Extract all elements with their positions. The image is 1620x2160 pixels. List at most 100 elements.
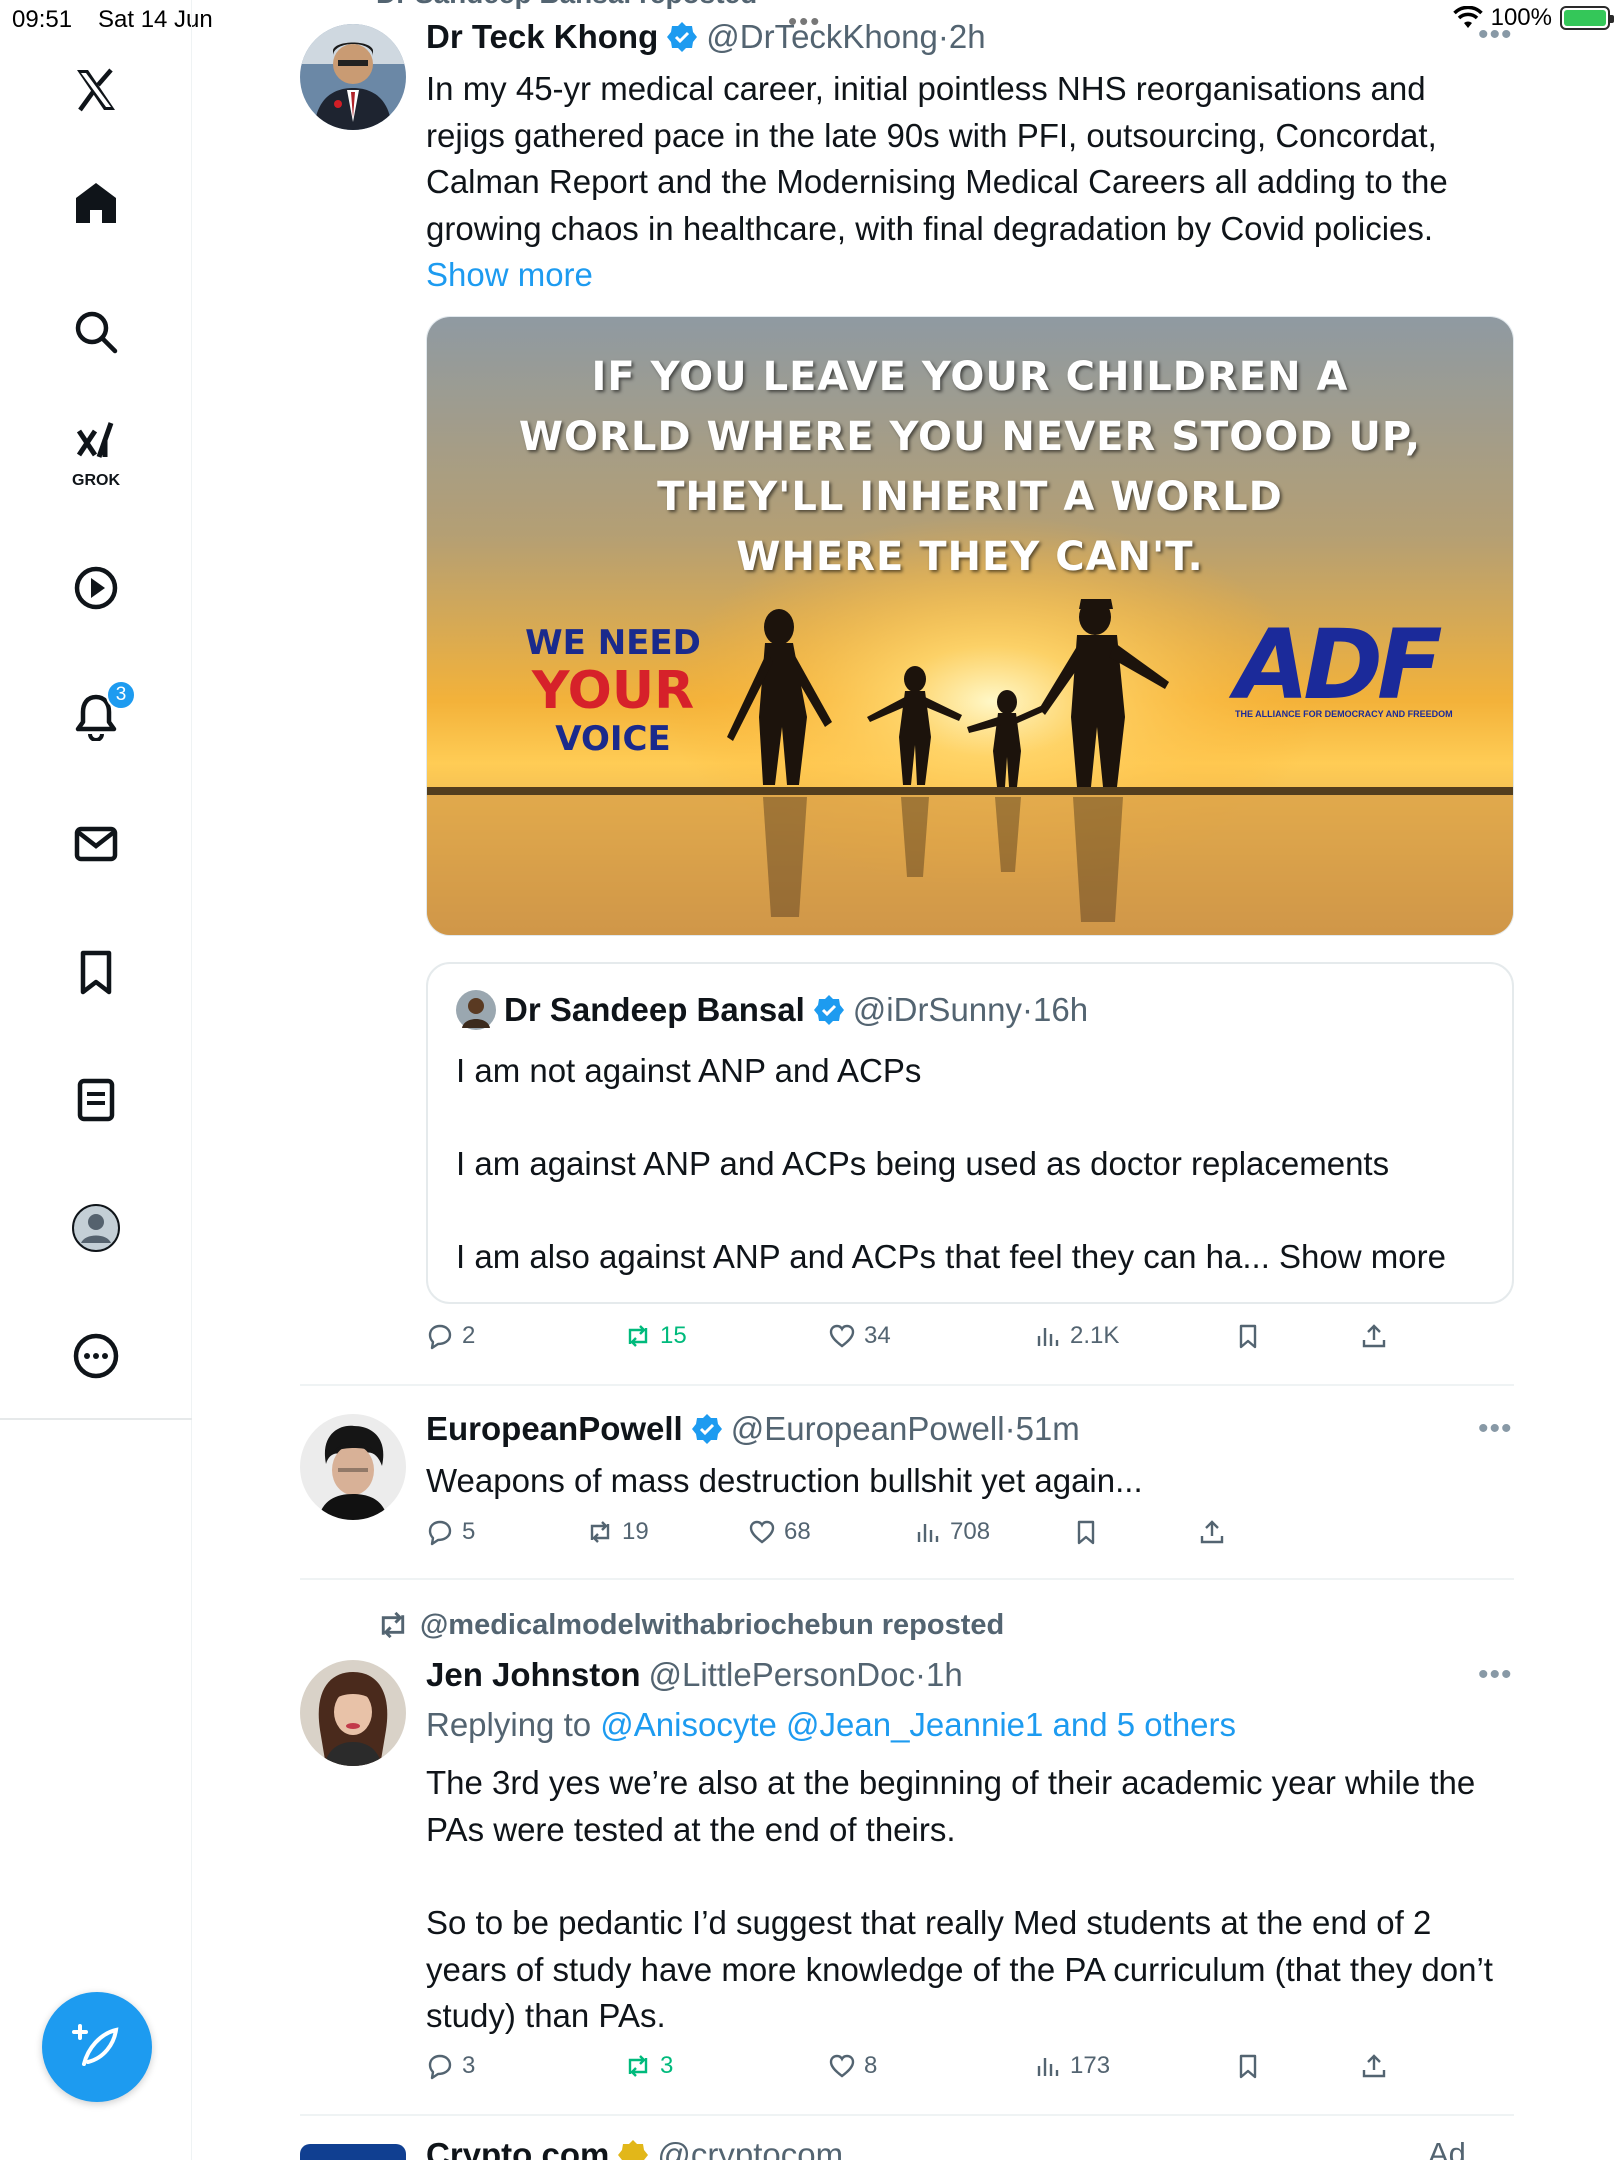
bookmark-button[interactable] bbox=[1072, 1518, 1100, 1546]
post-time[interactable]: 1h bbox=[926, 1656, 963, 1694]
notifications-badge: 3 bbox=[106, 680, 136, 710]
grok-icon[interactable]: GROK bbox=[56, 412, 136, 492]
replying-to-line: Replying to @Anisocyte @Jean_Jeannie1 an… bbox=[426, 1702, 1506, 1749]
post-more-menu[interactable]: ••• bbox=[1478, 1412, 1513, 1446]
reply-count: 2 bbox=[462, 1322, 476, 1349]
post-header: EuropeanPowell @EuropeanPowell · 51m bbox=[426, 1410, 1080, 1448]
repost-icon bbox=[590, 1521, 610, 1543]
post-paragraph-2: So to be pedantic I’d suggest that reall… bbox=[426, 1904, 1493, 2034]
post-paragraph-1: The 3rd yes we’re also at the beginning … bbox=[426, 1764, 1476, 1848]
repost-button[interactable]: 3 bbox=[624, 2052, 673, 2080]
share-button[interactable] bbox=[1360, 1322, 1388, 1350]
quote-line: WORLD WHERE YOU NEVER STOOD UP, bbox=[518, 414, 1422, 460]
replying-to-prefix: Replying to bbox=[426, 1706, 592, 1743]
avatar[interactable] bbox=[300, 1414, 406, 1520]
author-name[interactable]: Dr Teck Khong bbox=[426, 18, 658, 56]
share-button[interactable] bbox=[1198, 1518, 1226, 1546]
author-name[interactable]: Crypto.com bbox=[426, 2136, 609, 2160]
separator-dot: · bbox=[937, 18, 949, 55]
views-icon bbox=[1037, 1328, 1059, 1346]
repost-count: 3 bbox=[660, 2052, 674, 2079]
post-actions: 3 3 8 173 bbox=[426, 2052, 1426, 2092]
compose-post-button[interactable] bbox=[42, 1992, 152, 2102]
share-icon bbox=[1362, 1324, 1386, 1348]
verified-badge-icon bbox=[813, 995, 844, 1025]
x-logo-icon[interactable] bbox=[56, 50, 136, 130]
reply-button[interactable]: 3 bbox=[426, 2052, 475, 2080]
quoted-post-card[interactable]: Dr Sandeep Bansal @iDrSunny · 16h I am n… bbox=[426, 962, 1514, 1304]
lists-icon[interactable] bbox=[56, 1060, 136, 1140]
post-actions: 5 19 68 708 bbox=[426, 1518, 1426, 1558]
views-icon bbox=[917, 1524, 939, 1542]
avatar[interactable] bbox=[300, 24, 406, 130]
home-icon[interactable] bbox=[56, 163, 136, 243]
share-icon bbox=[1362, 2054, 1386, 2078]
video-icon[interactable] bbox=[56, 548, 136, 628]
author-handle[interactable]: @EuropeanPowell bbox=[731, 1410, 1005, 1448]
bookmarks-icon[interactable] bbox=[56, 932, 136, 1012]
post-header: Jen Johnston @LittlePersonDoc · 1h bbox=[426, 1656, 963, 1694]
like-button[interactable]: 8 bbox=[828, 2052, 877, 2080]
post-more-menu[interactable]: ••• bbox=[1478, 1658, 1513, 1692]
quoted-paragraph-1: I am not against ANP and ACPs bbox=[456, 1052, 922, 1089]
verified-badge-icon bbox=[691, 1414, 722, 1444]
voice-line-3: VOICE bbox=[555, 719, 671, 759]
battery-icon bbox=[1560, 6, 1614, 30]
separator-dot: · bbox=[1022, 991, 1034, 1028]
post-header: Crypto.com @cryptocom bbox=[426, 2136, 843, 2160]
reply-icon bbox=[428, 2054, 452, 2080]
bookmark-icon bbox=[1239, 1324, 1257, 1349]
author-handle[interactable]: @LittlePersonDoc bbox=[649, 1656, 915, 1694]
messages-icon[interactable] bbox=[56, 804, 136, 884]
heart-icon bbox=[829, 2054, 855, 2078]
avatar[interactable] bbox=[300, 2144, 406, 2160]
reply-button[interactable]: 5 bbox=[426, 1518, 475, 1546]
post-more-menu[interactable]: ••• bbox=[1478, 18, 1513, 52]
bookmark-icon bbox=[1239, 2054, 1257, 2079]
voice-line-1: WE NEED bbox=[525, 623, 701, 663]
views-button[interactable]: 708 bbox=[914, 1518, 990, 1546]
view-count: 173 bbox=[1070, 2052, 1111, 2079]
gold-verified-badge-icon bbox=[618, 2140, 649, 2160]
quoted-header: Dr Sandeep Bansal @iDrSunny · 16h bbox=[456, 990, 1088, 1030]
repost-icon bbox=[628, 2055, 648, 2077]
bookmark-icon bbox=[1077, 1520, 1095, 1545]
avatar[interactable] bbox=[300, 1660, 406, 1766]
profile-avatar-icon[interactable] bbox=[56, 1188, 136, 1268]
author-handle[interactable]: @cryptocom bbox=[657, 2136, 843, 2160]
reposted-by-text[interactable]: @medicalmodelwithabriochebun reposted bbox=[420, 1609, 1004, 1642]
repost-button[interactable]: 15 bbox=[624, 1322, 687, 1350]
repost-context: @medicalmodelwithabriochebun reposted bbox=[376, 1608, 1004, 1642]
share-icon bbox=[1200, 1520, 1224, 1544]
reply-button[interactable]: 2 bbox=[426, 1322, 475, 1350]
like-button[interactable]: 34 bbox=[828, 1322, 891, 1350]
share-button[interactable] bbox=[1360, 2052, 1388, 2080]
show-more-link[interactable]: Show more bbox=[426, 256, 593, 293]
left-rail: GROK 3 bbox=[0, 0, 192, 2160]
like-count: 8 bbox=[864, 2052, 878, 2079]
quote-line: IF YOU LEAVE YOUR CHILDREN A bbox=[591, 354, 1349, 400]
replying-to-accounts[interactable]: @Anisocyte @Jean_Jeannie1 and 5 others bbox=[600, 1706, 1236, 1743]
adf-tagline: THE ALLIANCE FOR DEMOCRACY AND FREEDOM bbox=[1235, 709, 1453, 719]
post-actions: 2 15 34 2.1K bbox=[426, 1322, 1426, 1362]
post-time[interactable]: 2h bbox=[949, 18, 986, 56]
author-handle[interactable]: @DrTeckKhong bbox=[706, 18, 938, 56]
more-options-icon[interactable] bbox=[56, 1316, 136, 1396]
author-name[interactable]: Jen Johnston bbox=[426, 1656, 641, 1694]
quote-line: WHERE THEY CAN'T. bbox=[736, 534, 1204, 580]
like-button[interactable]: 68 bbox=[748, 1518, 811, 1546]
search-icon[interactable] bbox=[56, 292, 136, 372]
post-time[interactable]: 51m bbox=[1016, 1410, 1080, 1448]
bookmark-button[interactable] bbox=[1234, 1322, 1262, 1350]
repost-button[interactable]: 19 bbox=[586, 1518, 649, 1546]
views-button[interactable]: 173 bbox=[1034, 2052, 1110, 2080]
views-button[interactable]: 2.1K bbox=[1034, 1322, 1119, 1350]
bookmark-button[interactable] bbox=[1234, 2052, 1262, 2080]
post-divider bbox=[300, 2114, 1514, 2116]
quoted-author-handle: @iDrSunny bbox=[852, 991, 1023, 1028]
author-name[interactable]: EuropeanPowell bbox=[426, 1410, 683, 1448]
post-text: In my 45-yr medical career, initial poin… bbox=[426, 66, 1506, 299]
post-image[interactable]: IF YOU LEAVE YOUR CHILDREN A WORLD WHERE… bbox=[426, 316, 1514, 936]
notifications-bell-icon[interactable]: 3 bbox=[56, 676, 136, 756]
adf-logo-text: ADF bbox=[1235, 609, 1443, 721]
